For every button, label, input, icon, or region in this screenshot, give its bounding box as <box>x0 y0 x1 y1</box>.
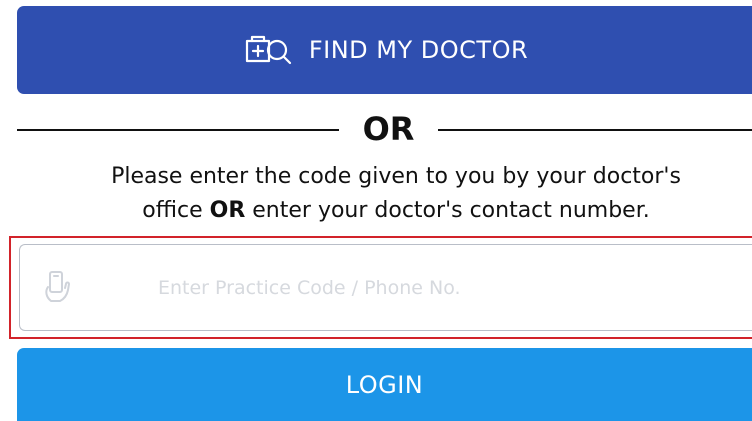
find-my-doctor-label: FIND MY DOCTOR <box>308 36 529 64</box>
or-divider: OR <box>0 108 752 150</box>
or-divider-text: OR <box>362 110 415 148</box>
practice-code-field[interactable] <box>19 244 752 331</box>
practice-code-input[interactable] <box>158 276 678 299</box>
divider-line-left <box>17 129 339 131</box>
instructions-line-1: Please enter the code given to you by yo… <box>111 164 681 189</box>
instructions-text: Please enter the code given to you by yo… <box>20 160 752 228</box>
find-my-doctor-button[interactable]: FIND MY DOCTOR <box>17 6 752 94</box>
divider-line-right <box>438 129 752 131</box>
instructions-line-2: office OR enter your doctor's contact nu… <box>20 194 752 228</box>
practice-code-field-highlight <box>9 236 752 339</box>
medical-search-icon <box>241 31 295 69</box>
instructions-emphasis: OR <box>209 198 246 223</box>
instructions-line-2-end: enter your doctor's contact number. <box>245 198 650 223</box>
instructions-line-2-start: office <box>142 198 210 223</box>
login-button-label: LOGIN <box>345 370 424 399</box>
hand-phone-icon <box>42 268 76 308</box>
login-button[interactable]: LOGIN <box>17 348 752 421</box>
login-screen: FIND MY DOCTOR OR Please enter the code … <box>0 0 752 421</box>
